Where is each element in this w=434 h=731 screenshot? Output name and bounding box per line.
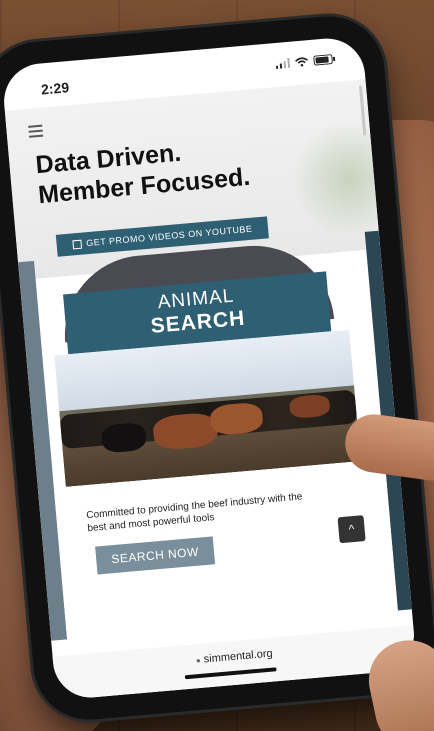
battery-icon xyxy=(313,54,336,66)
home-indicator[interactable] xyxy=(184,667,277,680)
wifi-icon xyxy=(295,57,309,67)
scroll-to-top-button[interactable]: ^ xyxy=(337,515,366,544)
status-time: 2:29 xyxy=(40,79,70,98)
smartphone: 2:29 Data Driven. Member Focused. GET PR… xyxy=(0,11,434,725)
play-icon xyxy=(71,239,82,249)
signal-icon xyxy=(275,57,291,70)
left-side-panel xyxy=(18,260,68,641)
cattle-photo xyxy=(54,329,361,487)
lock-icon: ● xyxy=(195,655,202,666)
phone-screen: 2:29 Data Driven. Member Focused. GET PR… xyxy=(0,35,418,701)
chevron-up-icon: ^ xyxy=(348,521,356,537)
photo-scene: 2:29 Data Driven. Member Focused. GET PR… xyxy=(0,0,434,731)
status-icons xyxy=(275,54,336,70)
menu-icon[interactable] xyxy=(28,122,44,141)
url-text: simmental.org xyxy=(203,647,274,666)
